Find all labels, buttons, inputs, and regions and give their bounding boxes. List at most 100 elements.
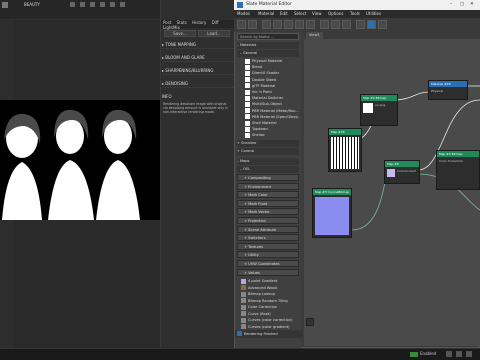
browser-header-maps[interactable]: – Maps [237,158,299,165]
render-tool-icon[interactable] [70,2,75,7]
osl-group[interactable]: + UVW Coordinates [237,260,299,267]
viewport-nav-icon[interactable] [446,351,452,357]
map-swatch-icon [241,278,246,284]
delete-icon[interactable] [284,20,293,29]
viewport-nav-icon[interactable] [456,351,462,357]
minimize-icon[interactable]: – [450,0,452,10]
menu-utilities[interactable]: Utilities [366,10,381,18]
render-tool-icon[interactable] [110,2,115,7]
status-icon [237,331,242,336]
material-item[interactable]: Shellac [237,132,299,139]
node-map4[interactable]: Map #4 Bitmap Color Correction [436,150,480,190]
menu-tools[interactable]: Tools [350,10,360,18]
osl-group[interactable]: + Scene Attribute [237,225,299,233]
node-map3[interactable]: Map #3 CoronaBitmap [312,188,352,238]
osl-group[interactable]: + Math Vector [237,208,299,216]
hide-unused-icon[interactable] [342,20,351,29]
render-tool-icon[interactable] [100,2,105,7]
osl-group[interactable]: + Switchers [237,234,299,242]
browser-header-general[interactable]: – General [237,50,299,57]
render-tool-icon[interactable] [80,2,85,7]
map-item-label: Curve (float) [248,311,271,316]
select-tool-icon[interactable] [237,20,246,29]
node-title: Map #0 Bitmap [361,95,397,101]
section-sharpening[interactable]: ▸ SHARPENING/BLURRING [162,66,234,75]
node-map8[interactable]: Map #8 ColorCorrect [384,160,420,184]
osl-group[interactable]: + Math Float [237,199,299,207]
section-label: DENOISING [165,81,189,86]
material-item-label: PBR Material (Spec/Gloss) [252,114,299,119]
grid-icon[interactable] [378,20,387,29]
osl-group[interactable]: + Textures [237,242,299,250]
browser-header-label: Corona [241,149,254,153]
map-item-label: Bitmap Lookup [248,292,275,296]
tab-diff[interactable]: Diff [210,20,221,25]
browser-header-osl[interactable]: – OSL [237,166,299,173]
menu-select[interactable]: Select [294,10,306,18]
render-map-icon[interactable] [367,20,376,29]
layout-children-icon[interactable] [331,20,340,29]
browser-header-scanline[interactable]: + Scanline [237,140,299,147]
node-subtitle: ColorCorrect [397,169,416,173]
material-view-icon[interactable] [356,20,365,29]
pan-tool-icon[interactable] [248,20,257,29]
node-map0[interactable]: Map #0 Bitmap ao.png [360,94,398,126]
show-map-icon[interactable] [295,20,304,29]
osl-group-label: Textures [248,244,264,249]
render-icon[interactable] [2,2,8,8]
render-tool-icon[interactable] [120,2,125,7]
material-swatch-icon [245,70,250,76]
osl-group[interactable]: + Compositing [237,174,299,181]
osl-group-label: Math Vector [248,210,270,215]
section-denoising[interactable]: ▸ DENOISING [162,79,234,88]
map-swatch-icon [241,311,246,316]
render-panel-tabs: Post Stats History Diff LightMix [161,20,234,30]
section-tone-mapping[interactable]: ▸ TONE MAPPING [162,40,234,49]
material-swatch-icon [245,77,250,83]
viewport-nav-icon[interactable] [466,351,472,357]
material-item-label: Ink 'n Paint [252,90,272,94]
menu-edit[interactable]: Edit [280,10,288,18]
node-thumbnail [363,103,373,113]
render-tool-icon[interactable] [90,2,95,7]
osl-group[interactable]: + Environment [237,182,299,190]
sphere-icon[interactable] [262,20,271,29]
browser-header-corona[interactable]: + Corona [237,148,299,155]
mode-label[interactable]: Enabled [420,351,436,356]
close-icon[interactable]: ✕ [470,0,474,10]
osl-group-label: Projection [248,219,266,223]
menu-options[interactable]: Options [328,10,343,18]
tab-history[interactable]: History [190,20,208,25]
section-info: INFO [162,92,234,101]
search-input[interactable]: Search by Name ... [237,33,299,40]
osl-group[interactable]: + Values [237,268,299,276]
map-swatch-icon [241,304,246,310]
background-icon[interactable] [306,20,315,29]
layout-icon[interactable] [320,20,329,29]
material-swatch-icon [245,114,250,120]
node-title: Map #46 [329,129,361,135]
save-button[interactable]: Save... [164,30,196,37]
tab-view1[interactable]: View1 [306,32,323,39]
osl-group-label: Values [248,270,260,275]
osl-group[interactable]: + Math Color [237,191,299,199]
node-material28[interactable]: Material #28 Physical [428,80,468,100]
navigator-icon[interactable] [306,318,314,326]
material-swatch-icon [245,108,250,114]
node-map46[interactable]: Map #46 [328,128,362,172]
osl-group[interactable]: + Projection [237,217,299,224]
osl-group[interactable]: + Utility [237,251,299,259]
menu-view[interactable]: View [312,10,322,18]
section-bloom-glare[interactable]: ▸ BLOOM AND GLARE [162,53,234,62]
material-item-label: Physical Material [252,59,283,63]
material-swatch-icon [245,89,250,95]
assign-icon[interactable] [273,20,282,29]
map-swatch-icon [241,291,246,297]
browser-header-materials[interactable]: – Materials [237,42,299,49]
osl-group-label: Math Color [248,193,268,198]
maximize-icon[interactable]: □ [460,0,464,10]
window-title: Slate Material Editor [246,2,292,7]
menu-material[interactable]: Material [258,10,274,18]
menu-modes[interactable]: Modes [237,10,250,18]
load-button[interactable]: Load... [198,30,230,37]
